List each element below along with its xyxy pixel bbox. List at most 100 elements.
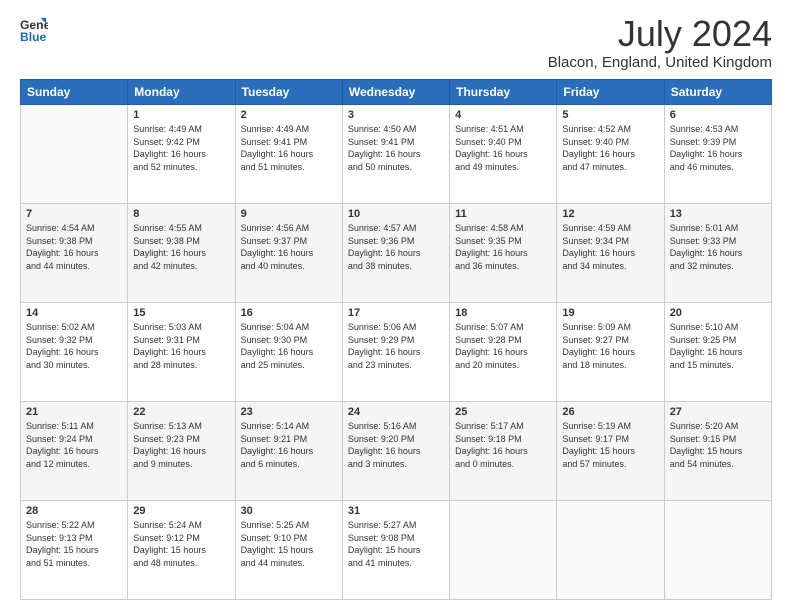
day-info: Sunrise: 4:49 AM Sunset: 9:41 PM Dayligh… — [241, 123, 337, 173]
day-info: Sunrise: 4:59 AM Sunset: 9:34 PM Dayligh… — [562, 222, 658, 272]
svg-text:Blue: Blue — [20, 30, 47, 44]
day-number: 19 — [562, 307, 658, 319]
day-number: 2 — [241, 109, 337, 121]
day-info: Sunrise: 5:10 AM Sunset: 9:25 PM Dayligh… — [670, 321, 766, 371]
day-info: Sunrise: 5:11 AM Sunset: 9:24 PM Dayligh… — [26, 420, 122, 470]
day-info: Sunrise: 5:25 AM Sunset: 9:10 PM Dayligh… — [241, 519, 337, 569]
day-number: 9 — [241, 208, 337, 220]
day-number: 8 — [133, 208, 229, 220]
calendar-cell: 26 Sunrise: 5:19 AM Sunset: 9:17 PM Dayli… — [557, 402, 664, 501]
calendar-day-header: Tuesday — [235, 80, 342, 105]
day-info: Sunrise: 5:06 AM Sunset: 9:29 PM Dayligh… — [348, 321, 444, 371]
calendar-cell: 31 Sunrise: 5:27 AM Sunset: 9:08 PM Dayli… — [342, 501, 449, 600]
title-area: July 2024 Blacon, England, United Kingdo… — [548, 16, 772, 71]
calendar-cell — [21, 105, 128, 204]
calendar-cell: 5 Sunrise: 4:52 AM Sunset: 9:40 PM Daylig… — [557, 105, 664, 204]
calendar-cell: 19 Sunrise: 5:09 AM Sunset: 9:27 PM Dayli… — [557, 303, 664, 402]
day-number: 5 — [562, 109, 658, 121]
calendar-cell: 7 Sunrise: 4:54 AM Sunset: 9:38 PM Daylig… — [21, 204, 128, 303]
day-number: 22 — [133, 406, 229, 418]
calendar-cell: 9 Sunrise: 4:56 AM Sunset: 9:37 PM Daylig… — [235, 204, 342, 303]
day-info: Sunrise: 5:02 AM Sunset: 9:32 PM Dayligh… — [26, 321, 122, 371]
calendar-week-row: 7 Sunrise: 4:54 AM Sunset: 9:38 PM Daylig… — [21, 204, 772, 303]
calendar-cell — [557, 501, 664, 600]
header: General Blue July 2024 Blacon, England, … — [20, 16, 772, 71]
calendar-table: SundayMondayTuesdayWednesdayThursdayFrid… — [20, 79, 772, 600]
month-title: July 2024 — [548, 16, 772, 52]
day-number: 10 — [348, 208, 444, 220]
calendar-cell: 28 Sunrise: 5:22 AM Sunset: 9:13 PM Dayli… — [21, 501, 128, 600]
calendar-day-header: Saturday — [664, 80, 771, 105]
calendar-cell: 18 Sunrise: 5:07 AM Sunset: 9:28 PM Dayli… — [450, 303, 557, 402]
day-info: Sunrise: 5:22 AM Sunset: 9:13 PM Dayligh… — [26, 519, 122, 569]
location-title: Blacon, England, United Kingdom — [548, 54, 772, 71]
day-number: 25 — [455, 406, 551, 418]
calendar-week-row: 14Sunrise: 5:02 AM Sunset: 9:32 PM Dayli… — [21, 303, 772, 402]
day-number: 11 — [455, 208, 551, 220]
day-number: 3 — [348, 109, 444, 121]
day-number: 12 — [562, 208, 658, 220]
calendar-cell: 20Sunrise: 5:10 AM Sunset: 9:25 PM Dayli… — [664, 303, 771, 402]
calendar-cell: 3 Sunrise: 4:50 AM Sunset: 9:41 PM Daylig… — [342, 105, 449, 204]
day-info: Sunrise: 5:09 AM Sunset: 9:27 PM Dayligh… — [562, 321, 658, 371]
day-number: 27 — [670, 406, 766, 418]
calendar-week-row: 21Sunrise: 5:11 AM Sunset: 9:24 PM Dayli… — [21, 402, 772, 501]
day-info: Sunrise: 5:27 AM Sunset: 9:08 PM Dayligh… — [348, 519, 444, 569]
day-number: 26 — [562, 406, 658, 418]
calendar-cell: 10 Sunrise: 4:57 AM Sunset: 9:36 PM Dayli… — [342, 204, 449, 303]
calendar-cell: 2 Sunrise: 4:49 AM Sunset: 9:41 PM Daylig… — [235, 105, 342, 204]
calendar-week-row: 28 Sunrise: 5:22 AM Sunset: 9:13 PM Dayli… — [21, 501, 772, 600]
calendar-cell: 17 Sunrise: 5:06 AM Sunset: 9:29 PM Dayli… — [342, 303, 449, 402]
day-info: Sunrise: 5:24 AM Sunset: 9:12 PM Dayligh… — [133, 519, 229, 569]
day-number: 24 — [348, 406, 444, 418]
day-info: Sunrise: 4:54 AM Sunset: 9:38 PM Dayligh… — [26, 222, 122, 272]
calendar-cell: 22Sunrise: 5:13 AM Sunset: 9:23 PM Dayli… — [128, 402, 235, 501]
calendar-header-row: SundayMondayTuesdayWednesdayThursdayFrid… — [21, 80, 772, 105]
calendar-cell — [664, 501, 771, 600]
day-info: Sunrise: 4:50 AM Sunset: 9:41 PM Dayligh… — [348, 123, 444, 173]
calendar-day-header: Wednesday — [342, 80, 449, 105]
day-info: Sunrise: 5:20 AM Sunset: 9:15 PM Dayligh… — [670, 420, 766, 470]
page: General Blue July 2024 Blacon, England, … — [0, 0, 792, 612]
day-number: 6 — [670, 109, 766, 121]
day-number: 1 — [133, 109, 229, 121]
calendar-cell: 15Sunrise: 5:03 AM Sunset: 9:31 PM Dayli… — [128, 303, 235, 402]
calendar-day-header: Thursday — [450, 80, 557, 105]
day-info: Sunrise: 4:53 AM Sunset: 9:39 PM Dayligh… — [670, 123, 766, 173]
day-number: 31 — [348, 505, 444, 517]
calendar-cell: 24 Sunrise: 5:16 AM Sunset: 9:20 PM Dayli… — [342, 402, 449, 501]
day-info: Sunrise: 5:19 AM Sunset: 9:17 PM Dayligh… — [562, 420, 658, 470]
day-number: 4 — [455, 109, 551, 121]
day-info: Sunrise: 4:51 AM Sunset: 9:40 PM Dayligh… — [455, 123, 551, 173]
calendar-day-header: Friday — [557, 80, 664, 105]
day-number: 7 — [26, 208, 122, 220]
day-info: Sunrise: 5:14 AM Sunset: 9:21 PM Dayligh… — [241, 420, 337, 470]
day-number: 29 — [133, 505, 229, 517]
calendar-day-header: Sunday — [21, 80, 128, 105]
calendar-cell: 30Sunrise: 5:25 AM Sunset: 9:10 PM Dayli… — [235, 501, 342, 600]
day-info: Sunrise: 4:56 AM Sunset: 9:37 PM Dayligh… — [241, 222, 337, 272]
day-info: Sunrise: 4:55 AM Sunset: 9:38 PM Dayligh… — [133, 222, 229, 272]
calendar-cell: 21Sunrise: 5:11 AM Sunset: 9:24 PM Dayli… — [21, 402, 128, 501]
calendar-cell: 14Sunrise: 5:02 AM Sunset: 9:32 PM Dayli… — [21, 303, 128, 402]
day-info: Sunrise: 5:04 AM Sunset: 9:30 PM Dayligh… — [241, 321, 337, 371]
day-number: 23 — [241, 406, 337, 418]
day-info: Sunrise: 5:16 AM Sunset: 9:20 PM Dayligh… — [348, 420, 444, 470]
calendar-cell: 29 Sunrise: 5:24 AM Sunset: 9:12 PM Dayli… — [128, 501, 235, 600]
day-info: Sunrise: 5:01 AM Sunset: 9:33 PM Dayligh… — [670, 222, 766, 272]
day-number: 15 — [133, 307, 229, 319]
calendar-cell: 1Sunrise: 4:49 AM Sunset: 9:42 PM Daylig… — [128, 105, 235, 204]
day-number: 28 — [26, 505, 122, 517]
calendar-cell: 11 Sunrise: 4:58 AM Sunset: 9:35 PM Dayli… — [450, 204, 557, 303]
calendar-cell: 23 Sunrise: 5:14 AM Sunset: 9:21 PM Dayli… — [235, 402, 342, 501]
day-number: 18 — [455, 307, 551, 319]
day-number: 16 — [241, 307, 337, 319]
calendar-cell: 25Sunrise: 5:17 AM Sunset: 9:18 PM Dayli… — [450, 402, 557, 501]
day-info: Sunrise: 5:07 AM Sunset: 9:28 PM Dayligh… — [455, 321, 551, 371]
calendar-cell: 8 Sunrise: 4:55 AM Sunset: 9:38 PM Daylig… — [128, 204, 235, 303]
day-info: Sunrise: 4:57 AM Sunset: 9:36 PM Dayligh… — [348, 222, 444, 272]
day-info: Sunrise: 4:58 AM Sunset: 9:35 PM Dayligh… — [455, 222, 551, 272]
day-info: Sunrise: 4:52 AM Sunset: 9:40 PM Dayligh… — [562, 123, 658, 173]
day-number: 17 — [348, 307, 444, 319]
logo: General Blue — [20, 16, 48, 44]
